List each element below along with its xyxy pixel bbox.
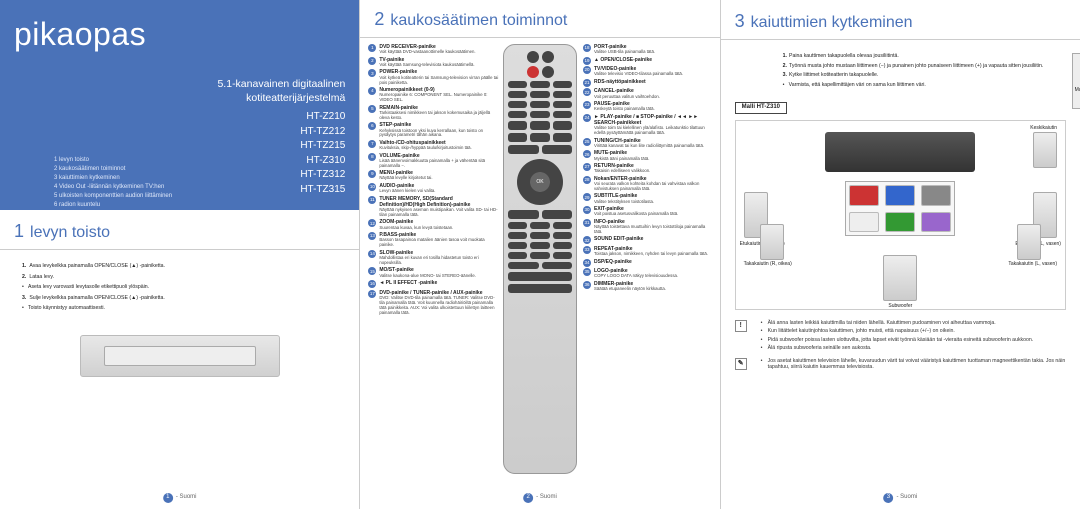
page-footer-3: 3- Suomi bbox=[883, 493, 917, 503]
section1-title: 1 levyn toisto bbox=[0, 210, 359, 250]
legend-item: 11TUNER MEMORY, SD(Standard Definition)/… bbox=[368, 196, 499, 218]
remote-legend-right: 18PORT-painikeValitse USB-tila painamall… bbox=[581, 44, 714, 509]
legend-item: 36DIMMER-painikeSäätää etupaneelin näytö… bbox=[583, 281, 714, 292]
legend-item: 20TV/VIDEO-painikeValitse televisio VIDE… bbox=[583, 66, 714, 77]
section1-steps: 1.Avaa levykelkka painamalla OPEN/CLOSE … bbox=[0, 255, 359, 324]
terminal-illustration: Musta Punainen bbox=[1072, 53, 1080, 109]
legend-item: 3POWER-painikeVoit kytkeä kotiteatterin … bbox=[368, 69, 499, 85]
legend-item: 16◄ PL II EFFECT -painike bbox=[368, 280, 499, 288]
legend-item: 9MENU-painikeNäyttää levylle kirjoitetut… bbox=[368, 170, 499, 181]
legend-item: 15MO/ST-painikeValitse kaukona-alue MONO… bbox=[368, 267, 499, 278]
legend-item: 13P.BASS-painikeBasson tasapainoa matali… bbox=[368, 232, 499, 248]
legend-item: 18PORT-painikeValitse USB-tila painamall… bbox=[583, 44, 714, 55]
wiring-diagram: Keskikaiutin Etukaiutin (R, oikea) Etuka… bbox=[735, 120, 1066, 310]
page-footer-2: 2- Suomi bbox=[523, 493, 557, 503]
section2-title: 2 kaukosäätimen toiminnot bbox=[360, 0, 719, 38]
page-footer-1: 1- Suomi bbox=[163, 493, 197, 503]
doc-title: pikaopas bbox=[14, 14, 345, 54]
remote-legend-left: 1DVD RECEIVER-painikeVoit käyttää DVD-va… bbox=[366, 44, 499, 509]
legend-item: 21RDS-näyttöpainikkeet bbox=[583, 79, 714, 87]
subtitle: 5.1-kanavainen digitaalinen kotiteatteri… bbox=[14, 78, 345, 105]
legend-item: 2TV-painikeVoit käyttää Samsung-televisi… bbox=[368, 57, 499, 68]
legend-item: 33REPEAT-painikeToistaa jakson, nimikkee… bbox=[583, 246, 714, 257]
legend-item: 35LOGO-painikeCOPY LOGO DATA näkyy telev… bbox=[583, 268, 714, 279]
legend-item: 19▲ OPEN/CLOSE-painike bbox=[583, 57, 714, 65]
section3-steps: 1.Paina kauttimen takapuolella olevaa jo… bbox=[735, 53, 1066, 91]
legend-item: 24► PLAY-painike / ■ STOP-painike / ◄◄ ►… bbox=[583, 114, 714, 136]
legend-item: 28Nokan/ENTER-painikeVoi seurata valkon … bbox=[583, 176, 714, 192]
legend-item: 14SLOW-painikeMahdollistaa eri kuvan eri… bbox=[368, 250, 499, 266]
legend-item: 8VOLUME-painikeLisää äänenvoimakkuutta p… bbox=[368, 153, 499, 169]
legend-item: 23PAUSE-painikeKeskeytä toisto painamall… bbox=[583, 101, 714, 112]
legend-item: 26MUTE-painikeMykistä ääni painamalla tä… bbox=[583, 150, 714, 161]
player-illustration bbox=[80, 335, 280, 377]
legend-item: 5REMAIN-painikeTarkistaaksesi nimikkeen … bbox=[368, 105, 499, 121]
legend-item: 17DVD-painike / TUNER-painike / AUX-pain… bbox=[368, 290, 499, 316]
remote-illustration bbox=[503, 44, 577, 474]
legend-item: 27RETURN-painikeTakaisin edelliseen vali… bbox=[583, 163, 714, 174]
warning-icon: ! bbox=[735, 320, 747, 332]
legend-item: 22CANCEL-painikeVoit peruuttaa valitun v… bbox=[583, 88, 714, 99]
legend-item: 31INFO-painikeNäyttää toistettava muuttu… bbox=[583, 219, 714, 235]
legend-item: 12ZOOM-painikeSuurentaa kuvaa, kun levyä… bbox=[368, 219, 499, 230]
note-icon: ✎ bbox=[735, 358, 747, 370]
legend-item: 7Vaihto-/CD-ohituspainikkeetKuvituksia, … bbox=[368, 140, 499, 151]
legend-item: 1DVD RECEIVER-painikeVoit käyttää DVD-va… bbox=[368, 44, 499, 55]
legend-item: 6STEP-painikeKehyksissä toistoon yksi ku… bbox=[368, 122, 499, 138]
table-of-contents: 1 levyn toisto 2 kaukosäätimen toiminnot… bbox=[14, 156, 172, 210]
model-label: Malli HT-Z310 bbox=[735, 102, 787, 114]
notes: ! Älä anna lasten leikkiä kaiuttimilla t… bbox=[735, 316, 1066, 377]
legend-item: 30EXIT-painikeVoit poistua asetusvalikos… bbox=[583, 206, 714, 217]
legend-item: 34DSP/EQ-painike bbox=[583, 259, 714, 267]
legend-item: 10AUDIO-painikeLevyn äänen kielen voi va… bbox=[368, 183, 499, 194]
legend-item: 4Numeropainikkeet (0-9)Numeropainike 6: … bbox=[368, 87, 499, 103]
legend-item: 29SUBTITLE-painikeValitse tekstityksen t… bbox=[583, 193, 714, 204]
section3-title: 3 kaiuttimien kytkeminen bbox=[721, 0, 1080, 40]
legend-item: 25TUNING/CH-painikeVirittää kanavat tai … bbox=[583, 138, 714, 149]
legend-item: 32SOUND EDIT-painike bbox=[583, 236, 714, 244]
